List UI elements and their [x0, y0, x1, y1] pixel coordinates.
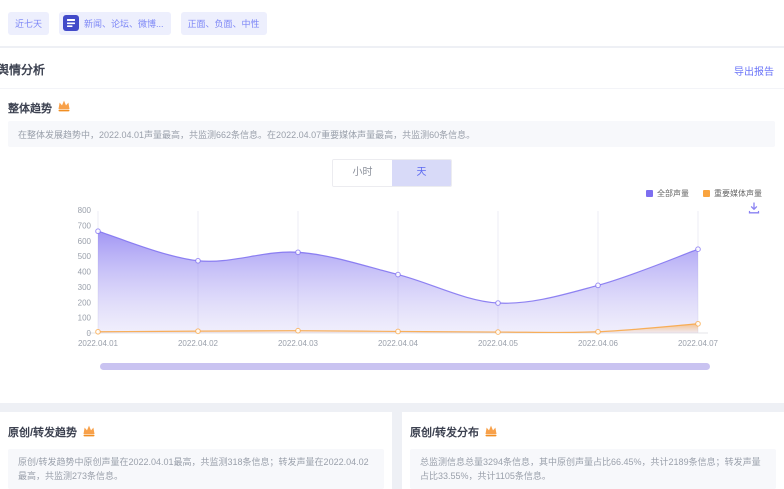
svg-text:2022.04.06: 2022.04.06 [578, 339, 619, 348]
page-title: 舆情分析 [0, 61, 45, 78]
chip-label: 正面、负面、中性 [188, 17, 260, 30]
card-summary: 原创/转发趋势中原创声量在2022.04.01最高，共监测318条信息；转发声量… [8, 449, 384, 489]
screen: 近七天 新闻、论坛、微博... 正面、负面、中性 舆情分析 导出报告 整体趋势 … [0, 0, 784, 489]
overall-trend-summary: 在整体发展趋势中，2022.04.01声量最高，共监测662条信息。在2022.… [18, 128, 475, 141]
svg-text:2022.04.01: 2022.04.01 [78, 339, 119, 348]
svg-text:700: 700 [78, 221, 92, 230]
card-title: 原创/转发趋势 [8, 424, 77, 440]
legend-item[interactable]: 全部声量 [646, 188, 689, 199]
legend-item[interactable]: 重要媒体声量 [703, 188, 762, 199]
chart-legend: 全部声量 重要媒体声量 [646, 188, 762, 199]
svg-text:200: 200 [78, 298, 92, 307]
svg-text:2022.04.07: 2022.04.07 [678, 339, 719, 348]
granularity-toggle: 小时 天 [332, 159, 452, 187]
chip-label: 近七天 [15, 17, 42, 30]
svg-text:2022.04.03: 2022.04.03 [278, 339, 319, 348]
overall-trend-summary-box: 在整体发展趋势中，2022.04.01声量最高，共监测662条信息。在2022.… [8, 121, 775, 147]
bottom-cards: 原创/转发趋势 原创/转发趋势中原创声量在2022.04.01最高，共监测318… [0, 412, 784, 489]
filter-chip-time-range[interactable]: 近七天 [8, 12, 49, 35]
card-title-row: 原创/转发趋势 [8, 424, 392, 440]
legend-swatch [646, 190, 653, 197]
toggle-day-button[interactable]: 天 [392, 160, 451, 186]
export-report-link[interactable]: 导出报告 [734, 63, 774, 78]
card-origin-repost-distribution: 原创/转发分布 总监测信息总量3294条信息，其中原创声量占比66.45%，共计… [402, 412, 784, 489]
card-summary: 总监测信息总量3294条信息，其中原创声量占比66.45%，共计2189条信息；… [410, 449, 776, 489]
panel-header: 舆情分析 导出报告 [0, 48, 784, 89]
svg-text:400: 400 [78, 268, 92, 277]
svg-text:100: 100 [78, 314, 92, 323]
filter-chip-sentiment[interactable]: 正面、负面、中性 [181, 12, 267, 35]
crown-icon [82, 424, 96, 440]
analysis-panel: 舆情分析 导出报告 整体趋势 在整体发展趋势中，2022.04.01声量最高，共… [0, 48, 784, 403]
svg-text:0: 0 [87, 329, 92, 338]
svg-text:800: 800 [78, 206, 92, 215]
svg-text:2022.04.05: 2022.04.05 [478, 339, 519, 348]
card-title-row: 原创/转发分布 [410, 424, 784, 440]
card-title: 原创/转发分布 [410, 424, 479, 440]
overall-trend-title-row: 整体趋势 [8, 99, 71, 117]
svg-text:300: 300 [78, 283, 92, 292]
card-origin-repost-trend: 原创/转发趋势 原创/转发趋势中原创声量在2022.04.01最高，共监测318… [0, 412, 392, 489]
media-source-icon [63, 15, 79, 31]
overall-trend-title: 整体趋势 [8, 100, 52, 116]
svg-text:600: 600 [78, 237, 92, 246]
legend-swatch [703, 190, 710, 197]
legend-label: 重要媒体声量 [714, 188, 762, 199]
toggle-hour-button[interactable]: 小时 [333, 160, 392, 186]
crown-icon [484, 424, 498, 440]
svg-text:500: 500 [78, 252, 92, 261]
crown-icon [57, 99, 71, 117]
svg-text:2022.04.04: 2022.04.04 [378, 339, 419, 348]
svg-text:2022.04.02: 2022.04.02 [178, 339, 219, 348]
legend-label: 全部声量 [657, 188, 689, 199]
trend-area-chart: 0 100 200 300 400 500 600 700 800 2022.04.01 2022.… [0, 205, 784, 355]
filter-chip-media-sources[interactable]: 新闻、论坛、微博... [59, 12, 171, 35]
filter-bar: 近七天 新闻、论坛、微博... 正面、负面、中性 [0, 0, 784, 46]
chart-scrollbar[interactable] [100, 363, 710, 370]
chip-label: 新闻、论坛、微博... [84, 17, 164, 30]
